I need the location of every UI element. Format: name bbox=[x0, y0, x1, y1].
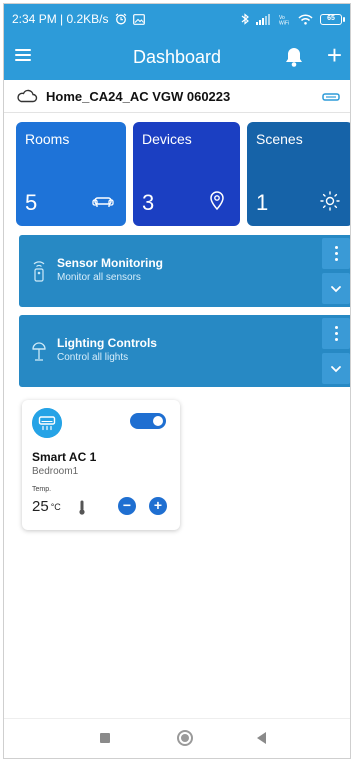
status-bar: 2:34 PM | 0.2KB/s Vo WiFi 65 bbox=[4, 4, 350, 34]
router-icon[interactable] bbox=[322, 92, 340, 102]
back-icon[interactable] bbox=[257, 732, 266, 744]
home-name: Home_CA24_AC VGW 060223 bbox=[46, 88, 231, 104]
panel-subtitle: Control all lights bbox=[57, 352, 129, 363]
device-name: Smart AC 1 bbox=[32, 450, 97, 464]
increase-temp-button[interactable]: + bbox=[149, 497, 167, 515]
rooms-label: Rooms bbox=[25, 131, 70, 147]
temp-value: 25 bbox=[32, 498, 49, 515]
sensor-icon bbox=[33, 261, 45, 282]
gallery-icon bbox=[132, 13, 145, 25]
lamp-icon bbox=[32, 342, 46, 361]
devices-count: 3 bbox=[142, 190, 155, 215]
scenes-count: 1 bbox=[256, 190, 269, 215]
sun-icon bbox=[320, 191, 340, 211]
device-room: Bedroom1 bbox=[32, 466, 79, 477]
recent-apps-icon[interactable] bbox=[100, 733, 110, 743]
app-screen: 2:34 PM | 0.2KB/s Vo WiFi 65 Dashboard +… bbox=[3, 3, 351, 759]
bluetooth-icon bbox=[241, 13, 249, 25]
vowifi-icon: Vo WiFi bbox=[279, 15, 289, 25]
power-toggle[interactable] bbox=[130, 413, 166, 429]
sofa-icon bbox=[92, 197, 114, 207]
rooms-tile[interactable]: Rooms 5 bbox=[16, 122, 126, 226]
app-bar: Dashboard + bbox=[4, 34, 350, 80]
temp-label: Temp. bbox=[32, 486, 52, 493]
signal-icon bbox=[256, 13, 270, 25]
panel-title: Lighting Controls bbox=[57, 336, 157, 350]
home-selector[interactable]: Home_CA24_AC VGW 060223 bbox=[4, 80, 350, 113]
panel-subtitle: Monitor all sensors bbox=[57, 272, 141, 283]
thermometer-icon bbox=[79, 500, 85, 515]
battery-icon: 65 bbox=[320, 13, 345, 25]
panel-title: Sensor Monitoring bbox=[57, 256, 163, 270]
scenes-tile[interactable]: Scenes 1 bbox=[247, 122, 350, 226]
decrease-temp-button[interactable]: − bbox=[118, 497, 136, 515]
location-pin-icon bbox=[210, 191, 224, 211]
device-card-smart-ac[interactable]: Smart AC 1 Bedroom1 Temp. 25 °C − + bbox=[22, 400, 180, 530]
home-icon[interactable] bbox=[177, 730, 193, 746]
devices-tile[interactable]: Devices 3 bbox=[133, 122, 240, 226]
cloud-icon bbox=[17, 89, 38, 103]
alarm-icon bbox=[115, 13, 126, 25]
chevron-down-icon[interactable] bbox=[322, 273, 350, 304]
chevron-down-icon[interactable] bbox=[322, 353, 350, 384]
svg-text:WiFi: WiFi bbox=[279, 20, 289, 25]
system-nav-bar bbox=[4, 718, 350, 758]
temp-unit: °C bbox=[50, 502, 61, 512]
lighting-controls-panel[interactable]: Lighting Controls Control all lights bbox=[19, 315, 350, 387]
scenes-label: Scenes bbox=[256, 131, 303, 147]
add-icon[interactable]: + bbox=[327, 42, 342, 68]
rooms-count: 5 bbox=[25, 190, 38, 215]
more-options-icon[interactable] bbox=[322, 238, 350, 269]
wifi-icon bbox=[298, 13, 313, 25]
devices-label: Devices bbox=[142, 131, 192, 147]
status-time-network: 2:34 PM | 0.2KB/s bbox=[12, 12, 109, 26]
notification-bell-icon[interactable] bbox=[284, 46, 304, 68]
more-options-icon[interactable] bbox=[322, 318, 350, 349]
sensor-monitoring-panel[interactable]: Sensor Monitoring Monitor all sensors bbox=[19, 235, 350, 307]
temp-readout: 25 °C bbox=[32, 498, 61, 515]
air-conditioner-icon bbox=[32, 408, 62, 438]
